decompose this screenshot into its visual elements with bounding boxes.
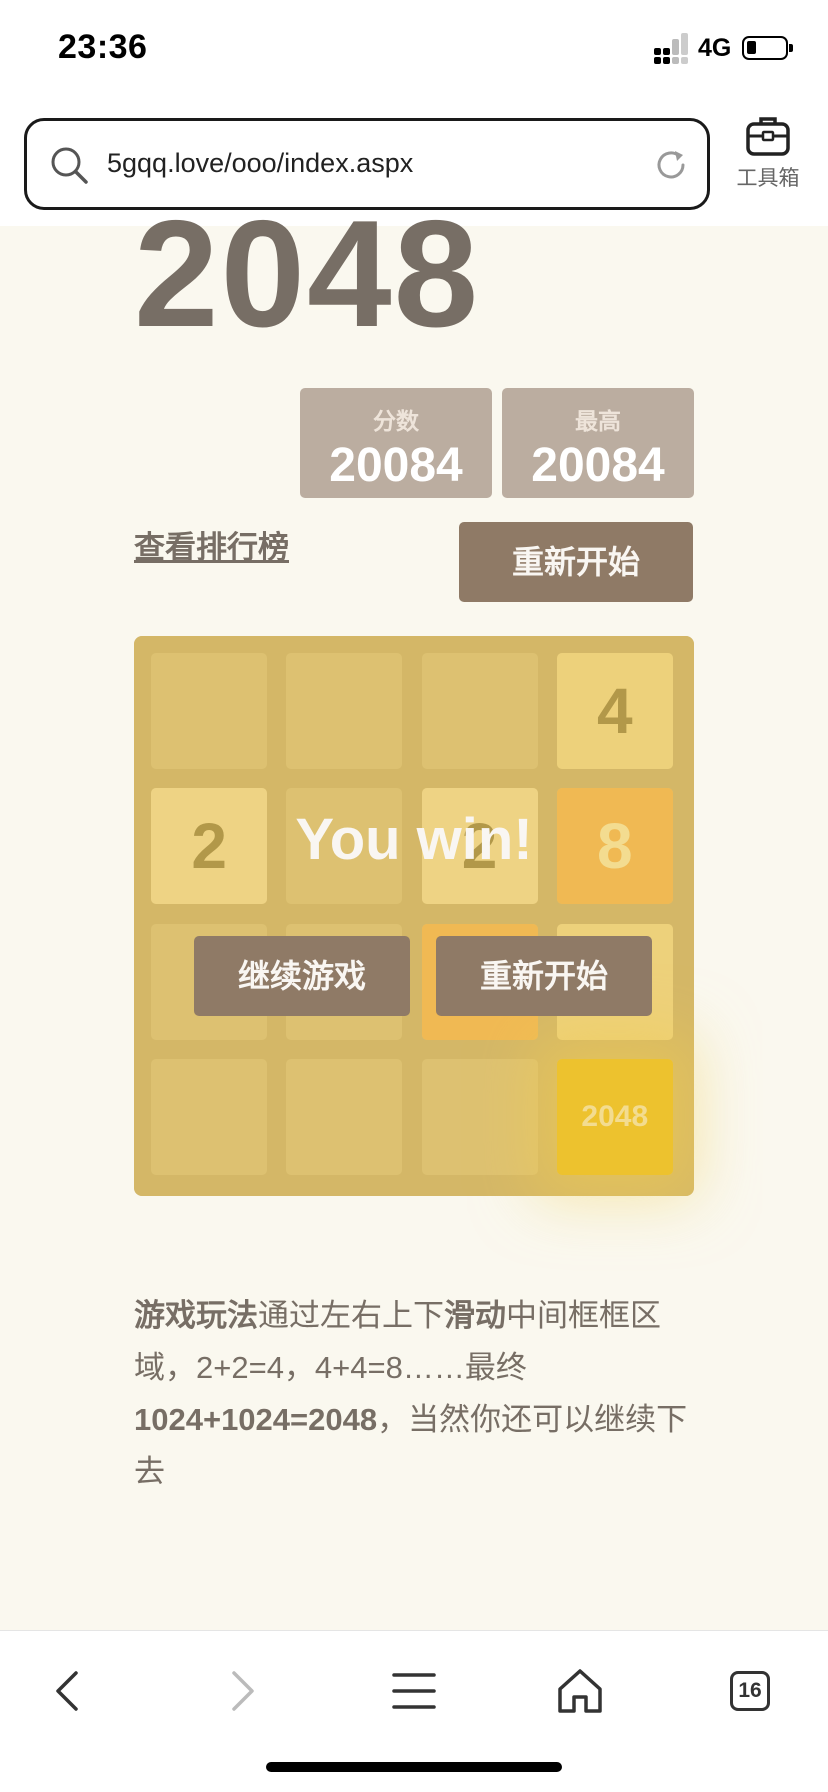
battery-icon (742, 36, 793, 60)
win-message: You win! (295, 807, 533, 872)
signal-icon (654, 33, 688, 64)
overlay-restart-button[interactable]: 重新开始 (436, 936, 652, 1016)
restart-button[interactable]: 重新开始 (459, 522, 693, 602)
url-text[interactable]: 5gqq.love/ooo/index.aspx (107, 148, 413, 179)
best-value: 20084 (531, 439, 665, 492)
tabs-button[interactable]: 16 (730, 1671, 790, 1731)
best-score-box: 最高 20084 (502, 388, 694, 498)
toolbox-label: 工具箱 (736, 167, 800, 190)
search-icon (51, 147, 88, 184)
instructions: 游戏玩法通过左右上下滑动中间框框区域，2+2=4，4+4=8……最终 1024+1… (134, 1290, 698, 1498)
home-indicator (266, 1762, 562, 1772)
menu-icon[interactable] (384, 1661, 444, 1721)
instructions-swipe: 滑动 (444, 1298, 506, 1333)
instructions-formula: 1024+1024=2048 (134, 1402, 378, 1437)
reload-icon[interactable] (653, 147, 689, 183)
home-icon[interactable] (550, 1661, 610, 1721)
game-board[interactable]: 4228842048 You win! 继续游戏 重新开始 (134, 636, 694, 1196)
best-label: 最高 (575, 408, 621, 434)
instructions-text-1: 通过左右上下 (258, 1298, 444, 1333)
status-bar: 23:36 4G (0, 0, 828, 104)
score-value: 20084 (329, 439, 463, 492)
network-type: 4G (698, 34, 732, 62)
continue-button[interactable]: 继续游戏 (194, 936, 410, 1016)
score-label: 分数 (373, 408, 419, 434)
forward-icon[interactable] (210, 1661, 270, 1721)
status-time: 23:36 (58, 28, 148, 66)
leaderboard-link[interactable]: 查看排行榜 (134, 522, 289, 567)
tab-count: 16 (730, 1671, 770, 1711)
back-icon[interactable] (40, 1661, 100, 1721)
toolbox-button[interactable]: 工具箱 (728, 114, 808, 214)
instructions-heading: 游戏玩法 (134, 1298, 258, 1333)
score-box: 分数 20084 (300, 388, 492, 498)
win-overlay: You win! 继续游戏 重新开始 (134, 636, 694, 1196)
toolbox-icon (746, 117, 790, 156)
game-title: 2048 (134, 189, 481, 359)
